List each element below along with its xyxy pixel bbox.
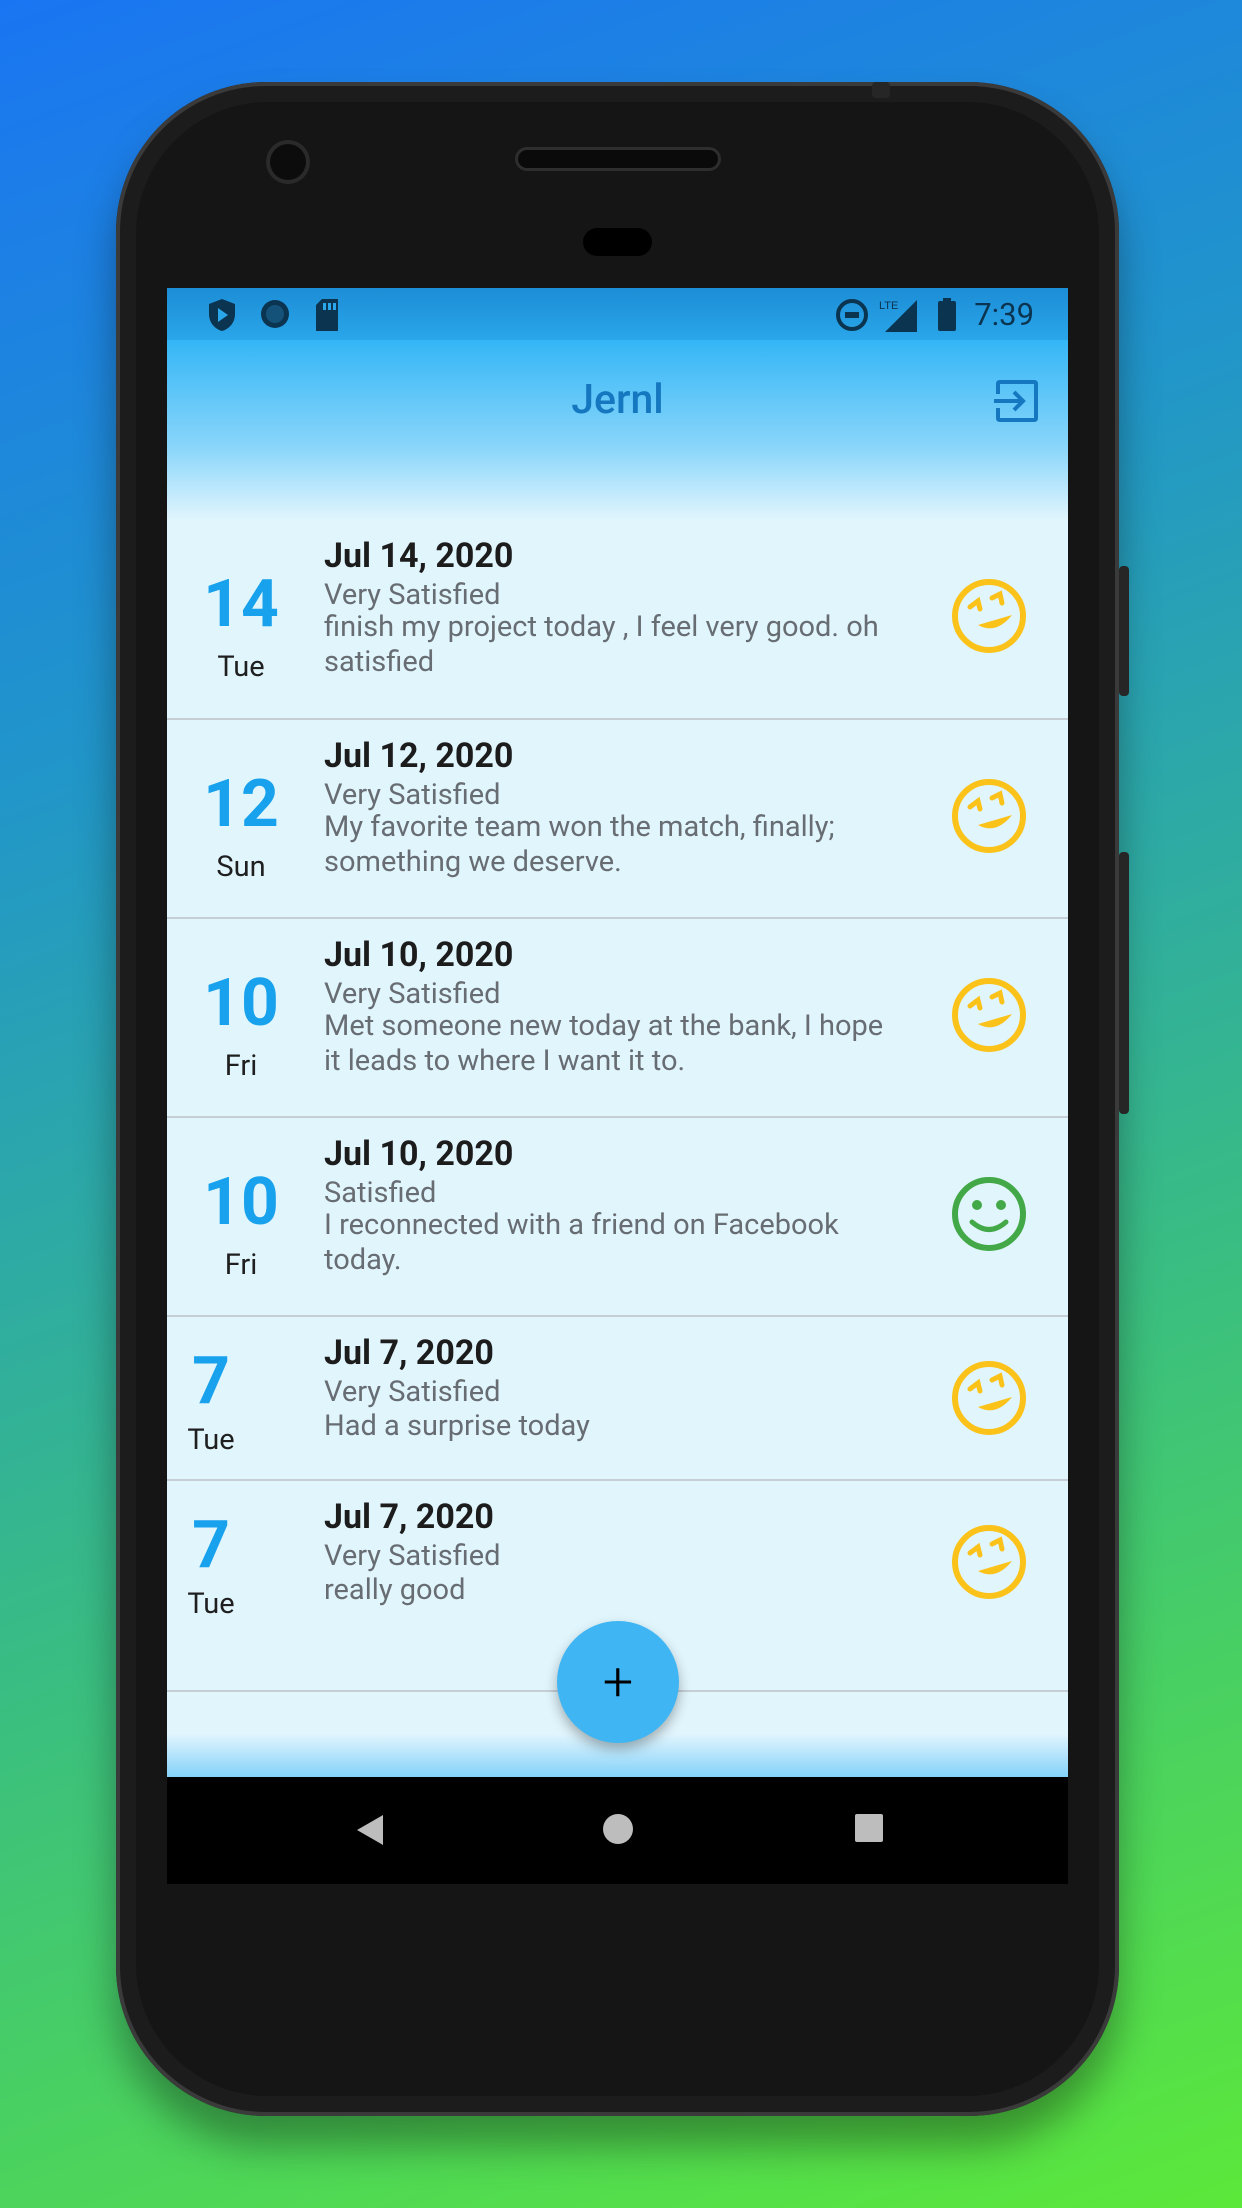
back-icon[interactable] [353,1813,385,1847]
status-time: 7:39 [974,296,1034,333]
status-bar: LTE 7:39 [167,288,1068,340]
play-protect-icon [209,299,235,331]
entry-mood: Very Satisfied [324,778,501,812]
list-item[interactable]: 14 Tue Jul 14, 2020 Very Satisfied finis… [167,520,1068,720]
list-item[interactable]: 10 Fri Jul 10, 2020 Satisfied I reconnec… [167,1118,1068,1317]
entry-date: Jul 7, 2020 [324,1333,494,1373]
day-number: 10 [203,1164,279,1241]
weekday-label: Tue [187,1423,235,1457]
very-satisfied-icon [952,1361,1026,1435]
lte-label: LTE [879,300,898,312]
entry-mood: Very Satisfied [324,1539,501,1573]
entry-date: Jul 14, 2020 [324,536,514,576]
app-bar: Jernl [167,340,1068,520]
entry-text: My favorite team won the match, finally;… [324,810,835,879]
sd-card-icon [316,299,338,331]
add-entry-button[interactable]: + [557,1621,679,1743]
weekday-label: Sun [216,850,266,884]
list-item[interactable]: 10 Fri Jul 10, 2020 Very Satisfied Met s… [167,919,1068,1118]
circle-app-icon [261,300,289,328]
battery-icon [938,298,956,331]
day-number: 7 [192,1343,230,1420]
do-not-disturb-icon [836,299,868,331]
entry-date: Jul 10, 2020 [324,1134,514,1174]
very-satisfied-icon [952,579,1026,653]
logout-icon[interactable] [994,378,1040,424]
power-button [1119,566,1129,696]
entry-text: I reconnected with a friend on Facebook … [324,1208,839,1277]
weekday-label: Fri [224,1049,258,1083]
very-satisfied-icon [952,1525,1026,1599]
entry-mood: Very Satisfied [324,578,501,612]
entry-text: Had a surprise today [324,1409,590,1443]
home-icon[interactable] [602,1813,634,1845]
day-number: 7 [192,1507,230,1584]
entry-date: Jul 12, 2020 [324,736,514,776]
volume-button [1119,852,1129,1114]
entry-mood: Satisfied [324,1176,437,1210]
navigation-bar [167,1777,1068,1884]
weekday-label: Fri [224,1248,258,1282]
front-camera [270,144,306,180]
app-content: Jernl 14 Tue Jul 14, 2020 Very Satisfied… [167,340,1068,1829]
day-number: 14 [203,566,279,643]
screen: LTE 7:39 Jernl 14 Tue Jul 14, 2020 Very … [167,288,1068,1884]
proximity-sensor [583,228,652,256]
weekday-label: Tue [187,1587,235,1621]
recents-icon[interactable] [854,1813,884,1843]
very-satisfied-icon [952,779,1026,853]
day-number: 12 [203,766,279,843]
entry-mood: Very Satisfied [324,977,501,1011]
list-item[interactable]: 12 Sun Jul 12, 2020 Very Satisfied My fa… [167,720,1068,919]
lte-signal-icon: LTE [879,300,917,332]
list-item[interactable]: 7 Tue Jul 7, 2020 Very Satisfied Had a s… [167,1317,1068,1481]
very-satisfied-icon [952,978,1026,1052]
entry-text: really good [324,1573,466,1607]
entry-text: finish my project today , I feel very go… [324,610,879,679]
earpiece-speaker [518,150,718,168]
app-title: Jernl [571,376,664,424]
satisfied-icon [952,1177,1026,1251]
journal-list: 14 Tue Jul 14, 2020 Very Satisfied finis… [167,520,1068,1692]
entry-mood: Very Satisfied [324,1375,501,1409]
top-button [872,82,890,98]
entry-text: Met someone new today at the bank, I hop… [324,1009,884,1078]
entry-date: Jul 10, 2020 [324,935,514,975]
weekday-label: Tue [217,650,265,684]
day-number: 10 [203,965,279,1042]
entry-date: Jul 7, 2020 [324,1497,494,1537]
